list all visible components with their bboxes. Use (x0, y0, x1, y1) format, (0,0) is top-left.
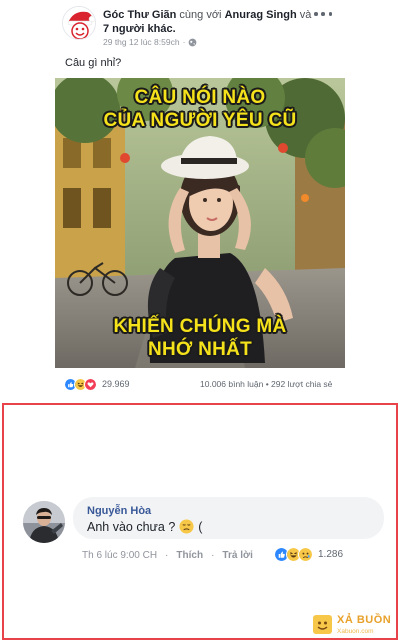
reply-comment-button[interactable]: Trả lời (222, 550, 252, 561)
post-caption: Câu gì nhỉ? (65, 57, 122, 69)
page-name-link[interactable]: Góc Thư Giãn (103, 9, 176, 21)
love-reaction-icon (84, 377, 97, 391)
comment-actions: Th 6 lúc 9:00 CH · Thích · Trả lời (82, 550, 253, 561)
meme-bottom-text: KHIẾN CHÚNG MÀ NHỚ NHẤT (55, 315, 345, 361)
page-avatar[interactable] (62, 6, 96, 40)
commenter-name[interactable]: Nguyễn Hòa (87, 505, 151, 517)
watermark-logo: XẢ BUỒN Xabuon.com (310, 613, 398, 639)
highlighted-comment-box: Nguyễn Hòa Anh vào chưa ? ( Th 6 lúc 9:0… (2, 403, 398, 640)
commenter-photo (23, 501, 65, 543)
reaction-count: 29.969 (102, 379, 130, 389)
post-timestamp[interactable]: 29 thg 12 lúc 8:59ch (103, 37, 180, 47)
sad-reaction-icon (298, 547, 313, 562)
more-dot (328, 12, 332, 16)
post-reactions[interactable]: 29.969 (64, 376, 130, 392)
meme-bottom-line: KHIẾN CHÚNG MÀ (113, 316, 287, 337)
meme-bottom-line: NHỚ NHẤT (147, 339, 253, 360)
more-dot (314, 12, 318, 16)
watermark-title: XẢ BUỒN (337, 614, 392, 626)
with-text: cùng với (179, 9, 222, 21)
like-comment-button[interactable]: Thích (176, 550, 203, 561)
disappointed-emoji-icon (179, 519, 194, 534)
meme-top-line: CỦA NGƯỜI YÊU CŨ (103, 110, 297, 131)
more-options-button[interactable] (314, 9, 332, 19)
comment-reaction-count: 1.286 (318, 549, 344, 560)
globe-icon (189, 38, 197, 46)
post-header-text: Góc Thư Giãn cùng với Anurag Singh và 7 … (103, 8, 318, 36)
comment-bubble[interactable]: Nguyễn Hòa Anh vào chưa ? ( (73, 497, 384, 539)
comment-text-main: Anh vào chưa ? (87, 519, 176, 534)
smiley-logo-icon (313, 615, 332, 634)
comment-text-suffix: ( (198, 519, 203, 534)
meme-top-text: CÂU NÓI NÀO CỦA NGƯỜI YÊU CŨ (55, 86, 345, 132)
meme-top-line: CÂU NÓI NÀO (134, 87, 266, 108)
smiley-face-icon (317, 621, 328, 630)
comments-shares-count[interactable]: 10.006 bình luận • 292 lượt chia sẻ (200, 379, 332, 389)
and-text: và (299, 9, 312, 21)
more-dot (321, 12, 325, 16)
comment-text: Anh vào chưa ? ( (87, 519, 202, 534)
commenter-avatar[interactable] (23, 501, 65, 543)
tagged-person-link[interactable]: Anurag Singh (225, 9, 297, 21)
post-meta: 29 thg 12 lúc 8:59ch · (103, 37, 197, 47)
watermark-subtitle: Xabuon.com (337, 628, 374, 635)
comment-time[interactable]: Th 6 lúc 9:00 CH (82, 550, 157, 561)
others-link[interactable]: 7 người khác. (103, 23, 176, 35)
santa-face-icon (63, 7, 95, 39)
post-photo[interactable]: CÂU NÓI NÀO CỦA NGƯỜI YÊU CŨ KHIẾN CHÚNG… (55, 78, 345, 368)
comment-reactions[interactable]: 1.286 (274, 547, 343, 562)
reaction-icons (64, 377, 97, 391)
post-header: Góc Thư Giãn cùng với Anurag Singh và 7 … (0, 0, 400, 56)
